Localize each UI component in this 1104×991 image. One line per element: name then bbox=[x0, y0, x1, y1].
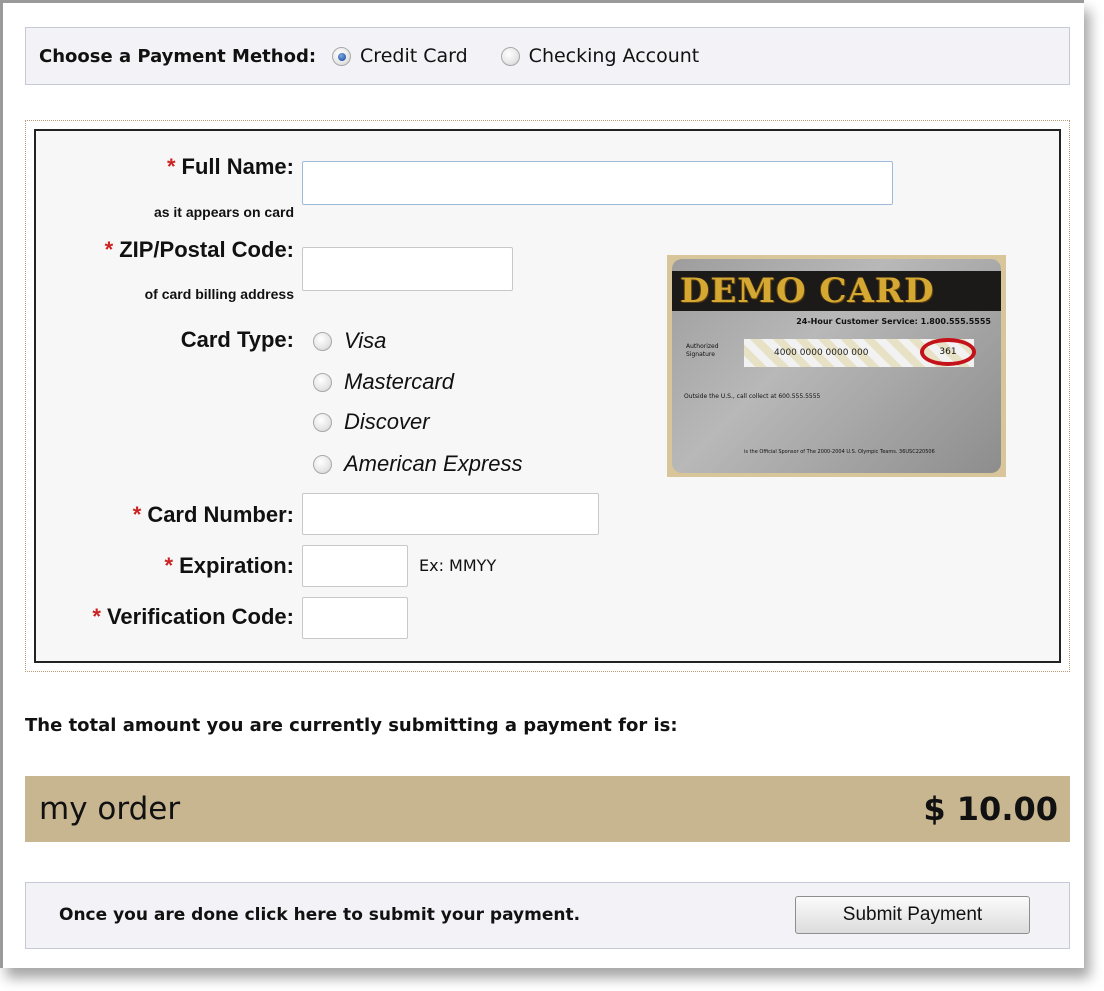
demo-card-image: DEMO CARD 24-Hour Customer Service: 1.80… bbox=[667, 255, 1006, 477]
credit-card-radio[interactable] bbox=[332, 46, 352, 66]
card-brand: DEMO CARD bbox=[680, 271, 935, 311]
expiration-hint: Ex: MMYY bbox=[419, 556, 497, 575]
payment-method-label: Choose a Payment Method: bbox=[39, 45, 317, 67]
expiration-input[interactable] bbox=[302, 545, 408, 587]
required-marker: * bbox=[92, 604, 101, 629]
card-type-label: Card Type: bbox=[180, 327, 294, 352]
expiration-label: * Expiration: bbox=[36, 553, 294, 579]
mastercard-radio[interactable] bbox=[313, 372, 332, 392]
required-marker: * bbox=[132, 502, 142, 527]
submit-bar: Once you are done click here to submit y… bbox=[25, 882, 1070, 949]
card-service-line: 24-Hour Customer Service: 1.800.555.5555 bbox=[796, 317, 991, 326]
submit-payment-button[interactable]: Submit Payment bbox=[795, 896, 1030, 934]
zip-label: * ZIP/Postal Code: bbox=[36, 237, 294, 263]
card-type-discover[interactable]: Discover bbox=[313, 409, 430, 435]
payment-method-bar: Choose a Payment Method: Credit Card Che… bbox=[25, 27, 1070, 85]
order-amount: $ 10.00 bbox=[923, 790, 1058, 828]
card-number-label-text: Card Number: bbox=[147, 502, 294, 527]
credit-card-form: * Full Name: as it appears on card * ZIP/P… bbox=[25, 120, 1070, 672]
card-authorized-signature: Authorized Signature bbox=[686, 343, 719, 358]
checking-account-option-label[interactable]: Checking Account bbox=[529, 45, 700, 67]
required-marker: * bbox=[164, 553, 174, 578]
amex-label[interactable]: American Express bbox=[344, 451, 523, 477]
required-marker: * bbox=[104, 237, 114, 262]
full-name-label-text: Full Name: bbox=[181, 154, 294, 179]
card-number-input[interactable] bbox=[302, 493, 599, 535]
verification-code-label: * Verification Code: bbox=[36, 604, 294, 630]
expiration-label-text: Expiration: bbox=[179, 553, 294, 578]
card-number-label: * Card Number: bbox=[36, 502, 294, 528]
total-amount-label: The total amount you are currently submi… bbox=[25, 715, 678, 736]
card-outside-us: Outside the U.S., call collect at 600.55… bbox=[684, 393, 821, 400]
full-name-sublabel: as it appears on card bbox=[153, 204, 294, 220]
credit-card-form-inner: * Full Name: as it appears on card * ZIP/P… bbox=[34, 129, 1061, 663]
mastercard-label[interactable]: Mastercard bbox=[344, 369, 454, 395]
credit-card-option-label[interactable]: Credit Card bbox=[360, 45, 468, 67]
payment-panel: Choose a Payment Method: Credit Card Che… bbox=[0, 0, 1084, 968]
card-number-print: 4000 0000 0000 000 bbox=[774, 348, 869, 358]
verification-code-label-text: Verification Code: bbox=[106, 604, 294, 629]
full-name-input[interactable] bbox=[302, 161, 893, 205]
visa-label[interactable]: Visa bbox=[344, 328, 386, 354]
visa-radio[interactable] bbox=[313, 331, 332, 351]
required-marker: * bbox=[166, 154, 176, 179]
card-back: DEMO CARD 24-Hour Customer Service: 1.80… bbox=[672, 259, 1001, 473]
card-type-mastercard[interactable]: Mastercard bbox=[313, 369, 454, 395]
card-official-sponsor: is the Official Sponsor of The 2000-2004… bbox=[744, 449, 935, 455]
zip-sublabel: of card billing address bbox=[144, 286, 294, 302]
cvv-highlight: 361 bbox=[920, 338, 976, 366]
cvv-code: 361 bbox=[939, 347, 957, 357]
order-summary-bar: my order $ 10.00 bbox=[25, 776, 1070, 842]
order-name: my order bbox=[39, 791, 181, 827]
discover-radio[interactable] bbox=[313, 412, 332, 432]
full-name-label: * Full Name: bbox=[36, 154, 294, 180]
card-type-amex[interactable]: American Express bbox=[313, 451, 523, 477]
card-type-visa[interactable]: Visa bbox=[313, 328, 386, 354]
zip-input[interactable] bbox=[302, 247, 513, 291]
amex-radio[interactable] bbox=[313, 454, 332, 474]
discover-label[interactable]: Discover bbox=[344, 409, 430, 435]
checking-account-radio[interactable] bbox=[500, 46, 520, 66]
submit-message: Once you are done click here to submit y… bbox=[59, 905, 581, 925]
zip-label-text: ZIP/Postal Code: bbox=[119, 237, 294, 262]
verification-code-input[interactable] bbox=[302, 597, 408, 639]
